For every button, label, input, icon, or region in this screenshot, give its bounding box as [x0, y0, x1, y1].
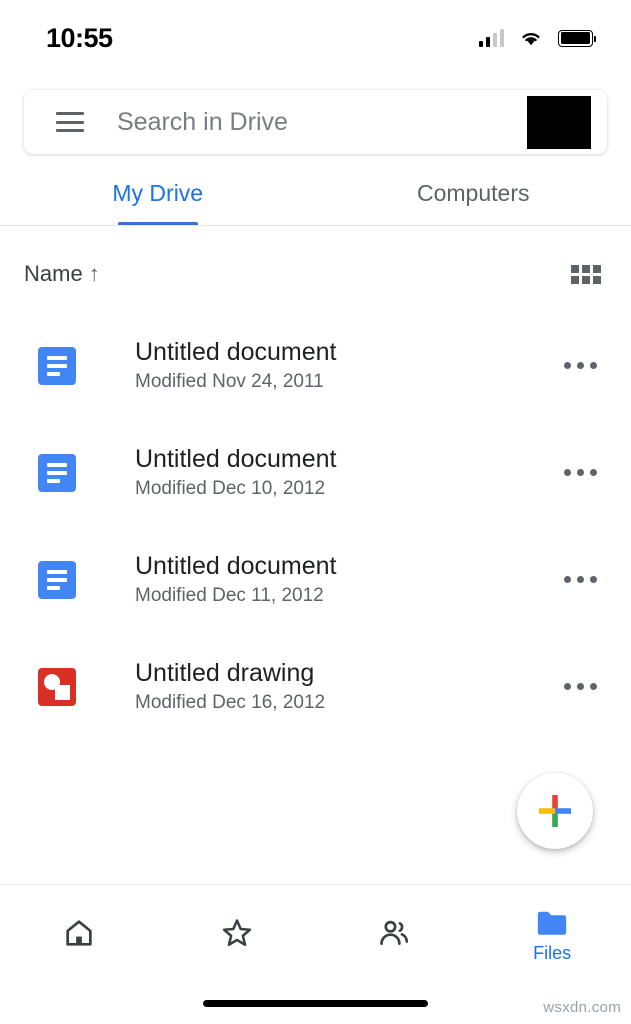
nav-item-files[interactable]: Files [473, 885, 631, 982]
row-overflow-menu-icon[interactable] [560, 671, 601, 702]
search-input[interactable]: Search in Drive [117, 108, 527, 137]
status-bar: 10:55 [0, 0, 631, 76]
list-header: Name ↑ [0, 250, 631, 298]
sort-label: Name [24, 261, 83, 286]
tab-my-drive[interactable]: My Drive [0, 170, 316, 224]
row-overflow-menu-icon[interactable] [560, 457, 601, 488]
file-text-block: Untitled document Modified Dec 11, 2012 [135, 553, 560, 605]
cellular-signal-icon [478, 29, 504, 47]
file-text-block: Untitled document Modified Dec 10, 2012 [135, 446, 560, 498]
file-modified: Modified Dec 16, 2012 [135, 691, 326, 713]
file-list: Untitled document Modified Nov 24, 2011 … [0, 312, 631, 740]
star-icon [222, 919, 251, 947]
tab-computers[interactable]: Computers [316, 170, 631, 224]
hamburger-menu-icon[interactable] [56, 112, 84, 132]
avatar[interactable] [527, 95, 591, 149]
nav-item-starred[interactable] [158, 885, 316, 982]
plus-icon [539, 795, 571, 827]
tab-my-drive-label: My Drive [112, 180, 204, 206]
file-name: Untitled drawing [135, 659, 315, 688]
sort-ascending-arrow-icon: ↑ [88, 261, 100, 286]
battery-full-icon [558, 29, 596, 47]
google-docs-icon [38, 453, 76, 492]
watermark: wsxdn.com [543, 999, 621, 1016]
create-new-fab-button[interactable] [517, 773, 593, 849]
drive-app-screen: 10:55 Search in Drive My Drive Computers [0, 0, 631, 1024]
sort-control[interactable]: Name ↑ [24, 261, 100, 287]
google-docs-icon [38, 560, 76, 599]
folder-icon [537, 911, 567, 935]
table-row[interactable]: Untitled document Modified Nov 24, 2011 [0, 312, 631, 419]
file-modified: Modified Dec 10, 2012 [135, 477, 326, 499]
wifi-icon [522, 33, 540, 46]
google-drawings-icon [38, 667, 76, 706]
nav-item-shared[interactable] [316, 885, 474, 982]
shared-people-icon [380, 920, 409, 945]
file-name: Untitled document [135, 552, 337, 581]
tab-computers-label: Computers [417, 180, 530, 206]
file-name: Untitled document [135, 445, 337, 474]
table-row[interactable]: Untitled document Modified Dec 11, 2012 [0, 526, 631, 633]
bottom-navigation-bar: Files [0, 885, 631, 982]
nav-item-files-label: Files [533, 942, 572, 963]
table-row[interactable]: Untitled document Modified Dec 10, 2012 [0, 419, 631, 526]
file-text-block: Untitled drawing Modified Dec 16, 2012 [135, 660, 560, 712]
drive-tabs: My Drive Computers [0, 170, 631, 224]
home-icon [66, 920, 92, 946]
file-text-block: Untitled document Modified Nov 24, 2011 [135, 339, 560, 391]
file-modified: Modified Dec 11, 2012 [135, 584, 324, 606]
search-bar[interactable]: Search in Drive [24, 90, 607, 154]
file-modified: Modified Nov 24, 2011 [135, 370, 324, 392]
status-bar-icons [478, 29, 596, 47]
home-indicator [203, 1000, 428, 1007]
grid-view-icon[interactable] [571, 264, 601, 284]
tabs-divider [0, 225, 631, 226]
file-name: Untitled document [135, 338, 337, 367]
row-overflow-menu-icon[interactable] [560, 350, 601, 381]
status-bar-clock: 10:55 [46, 22, 113, 53]
table-row[interactable]: Untitled drawing Modified Dec 16, 2012 [0, 633, 631, 740]
google-docs-icon [38, 346, 76, 385]
nav-item-home[interactable] [0, 885, 158, 982]
row-overflow-menu-icon[interactable] [560, 564, 601, 595]
